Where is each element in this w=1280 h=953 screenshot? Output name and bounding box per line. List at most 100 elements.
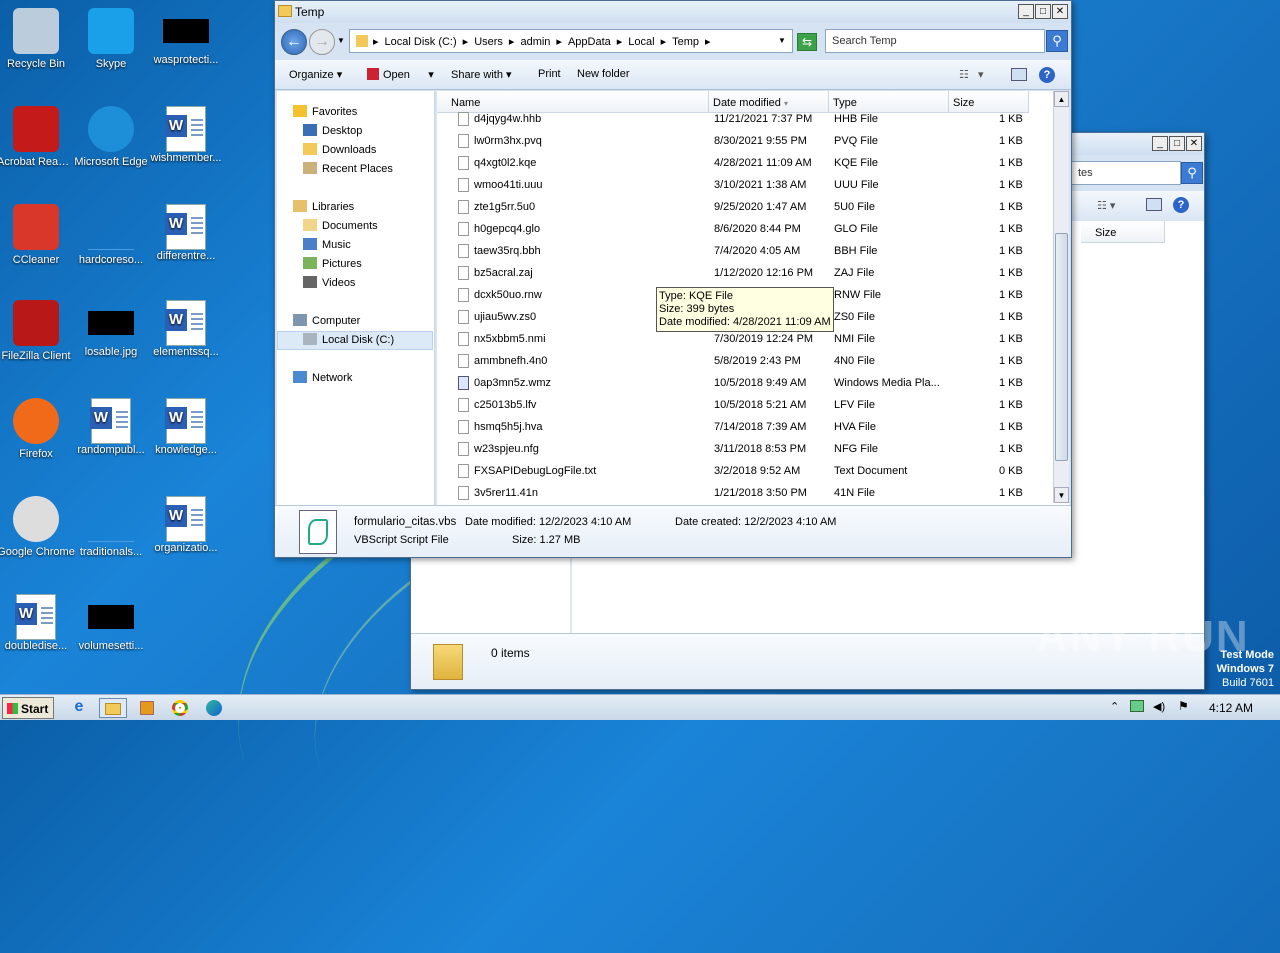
- breadcrumb-item[interactable]: Users: [471, 31, 506, 53]
- nav-downloads[interactable]: Downloads: [303, 143, 376, 156]
- address-dropdown-icon[interactable]: ▼: [778, 36, 786, 45]
- bg-search-input[interactable]: tes: [1071, 161, 1181, 185]
- nav-recent-places[interactable]: Recent Places: [303, 162, 393, 175]
- desktop-icon[interactable]: wasprotecti...: [147, 8, 225, 67]
- file-row[interactable]: 3v5rer11.41n 1/21/2018 3:50 PM 41N File 1 K…: [437, 483, 1037, 505]
- desktop-icon[interactable]: organizatio...: [147, 496, 225, 555]
- explorer-taskbar-icon[interactable]: [99, 698, 127, 718]
- file-row[interactable]: bz5acral.zaj 1/12/2020 12:16 PM ZAJ File 1 …: [437, 263, 1037, 285]
- desktop-icon[interactable]: wishmember...: [147, 106, 225, 165]
- network-tray-icon[interactable]: [1130, 700, 1144, 712]
- nav-pictures[interactable]: Pictures: [303, 257, 362, 270]
- breadcrumb-item[interactable]: Local Disk (C:): [382, 31, 460, 53]
- desktop-icon[interactable]: Recycle Bin: [0, 8, 75, 71]
- help-icon[interactable]: ?: [1173, 197, 1189, 213]
- breadcrumb-item[interactable]: AppData: [565, 31, 614, 53]
- new-folder-button[interactable]: New folder: [577, 68, 630, 80]
- ie-icon[interactable]: e: [68, 698, 90, 718]
- file-row[interactable]: lw0rm3hx.pvq 8/30/2021 9:55 PM PVQ File 1 K…: [437, 131, 1037, 153]
- media-player-icon[interactable]: [136, 698, 158, 718]
- bg-size-column[interactable]: Size: [1081, 221, 1165, 243]
- desktop-icon[interactable]: Google Chrome: [0, 496, 75, 559]
- open-button[interactable]: Open ▾: [367, 68, 434, 81]
- file-row[interactable]: nx5xbbm5.nmi 7/30/2019 12:24 PM NMI File 1 …: [437, 329, 1037, 351]
- breadcrumb-item[interactable]: Temp: [669, 31, 702, 53]
- scroll-down-arrow[interactable]: ▼: [1054, 487, 1069, 503]
- volume-tray-icon[interactable]: ◀): [1153, 700, 1165, 713]
- nav-music[interactable]: Music: [303, 238, 351, 251]
- breadcrumb-sep[interactable]: ▸: [506, 30, 518, 53]
- desktop-icon[interactable]: knowledge...: [147, 398, 225, 457]
- breadcrumb-item[interactable]: admin: [517, 31, 553, 53]
- nav-libraries[interactable]: Libraries: [293, 200, 354, 213]
- search-input[interactable]: Search Temp: [825, 29, 1045, 53]
- nav-desktop[interactable]: Desktop: [303, 124, 362, 137]
- bg-search-icon[interactable]: ⚲: [1181, 162, 1203, 184]
- breadcrumb-sep[interactable]: ▸: [658, 30, 670, 53]
- vertical-scrollbar[interactable]: ▲ ▼: [1053, 91, 1069, 503]
- breadcrumb-sep[interactable]: ▸: [460, 30, 472, 53]
- nav-local-disk[interactable]: Local Disk (C:): [303, 333, 394, 346]
- share-with-menu[interactable]: Share with ▾: [451, 68, 512, 81]
- flag-tray-icon[interactable]: ⚑: [1178, 699, 1189, 713]
- desktop-icon[interactable]: volumesetti...: [72, 594, 150, 653]
- breadcrumb[interactable]: ▸ Local Disk (C:) ▸ Users ▸ admin ▸ AppData ▸ Loc…: [349, 29, 793, 53]
- file-row[interactable]: q4xgt0l2.kqe 4/28/2021 11:09 AM KQE File 1 …: [437, 153, 1037, 175]
- nav-computer[interactable]: Computer: [293, 314, 360, 327]
- nav-favorites[interactable]: Favorites: [293, 105, 357, 118]
- maximize-button[interactable]: □: [1169, 136, 1185, 151]
- desktop-icon[interactable]: CCleaner: [0, 204, 75, 267]
- desktop-icon[interactable]: traditionals...: [72, 496, 150, 559]
- preview-pane-icon[interactable]: [1011, 68, 1027, 81]
- edge-taskbar-icon[interactable]: [203, 698, 225, 718]
- forward-button[interactable]: →: [309, 29, 335, 55]
- desktop-icon[interactable]: differentre...: [147, 204, 225, 263]
- back-button[interactable]: ←: [281, 29, 307, 55]
- help-icon[interactable]: ?: [1039, 67, 1055, 83]
- file-row[interactable]: zte1g5rr.5u0 9/25/2020 1:47 AM 5U0 File 1 K…: [437, 197, 1037, 219]
- file-row[interactable]: w23spjeu.nfg 3/11/2018 8:53 PM NFG File 1 K…: [437, 439, 1037, 461]
- desktop-icon[interactable]: Microsoft Edge: [72, 106, 150, 169]
- file-row[interactable]: hsmq5h5j.hva 7/14/2018 7:39 AM HVA File 1 K…: [437, 417, 1037, 439]
- file-row[interactable]: d4jqyg4w.hhb 11/21/2021 7:37 PM HHB File 1 …: [437, 109, 1037, 131]
- scroll-up-arrow[interactable]: ▲: [1054, 91, 1069, 107]
- breadcrumb-item[interactable]: Local: [625, 31, 657, 53]
- desktop-icon[interactable]: Acrobat Reader DC: [0, 106, 75, 169]
- desktop-icon[interactable]: doubledise...: [0, 594, 75, 653]
- minimize-button[interactable]: _: [1018, 4, 1034, 19]
- desktop-icon[interactable]: hardcoreso...: [72, 204, 150, 267]
- search-icon[interactable]: ⚲: [1046, 30, 1068, 52]
- organize-menu[interactable]: Organize ▾: [289, 68, 342, 81]
- views-icon[interactable]: ☷ ▾: [1097, 199, 1115, 212]
- nav-videos[interactable]: Videos: [303, 276, 355, 289]
- tray-overflow-icon[interactable]: ⌃: [1110, 700, 1119, 713]
- breadcrumb-sep[interactable]: ▸: [553, 30, 565, 53]
- file-row[interactable]: taew35rq.bbh 7/4/2020 4:05 AM BBH File 1 KB: [437, 241, 1037, 263]
- refresh-icon[interactable]: ⇆: [797, 33, 817, 51]
- file-row[interactable]: wmoo41ti.uuu 3/10/2021 1:38 AM UUU File 1 K…: [437, 175, 1037, 197]
- explorer-window[interactable]: Temp _ □ ✕ ← → ▼ ▸ Local Disk (C:) ▸ Users ▸…: [274, 0, 1072, 558]
- close-button[interactable]: ✕: [1186, 136, 1202, 151]
- nav-network[interactable]: Network: [293, 371, 352, 384]
- clock[interactable]: 4:12 AM: [1209, 701, 1253, 715]
- desktop-icon[interactable]: randompubl...: [72, 398, 150, 457]
- chrome-taskbar-icon[interactable]: [169, 698, 191, 718]
- views-icon[interactable]: ☷ ▾: [959, 68, 984, 81]
- breadcrumb-sep[interactable]: ▸: [614, 30, 626, 53]
- history-dropdown-icon[interactable]: ▼: [337, 36, 345, 45]
- close-button[interactable]: ✕: [1052, 4, 1068, 19]
- maximize-button[interactable]: □: [1035, 4, 1051, 19]
- nav-documents[interactable]: Documents: [303, 219, 378, 232]
- desktop-icon[interactable]: Firefox: [0, 398, 75, 461]
- file-row[interactable]: ammbnefh.4n0 5/8/2019 2:43 PM 4N0 File 1 KB: [437, 351, 1037, 373]
- desktop-icon[interactable]: elementssq...: [147, 300, 225, 359]
- file-row[interactable]: h0gepcq4.glo 8/6/2020 8:44 PM GLO File 1 KB: [437, 219, 1037, 241]
- file-row[interactable]: c25013b5.lfv 10/5/2018 5:21 AM LFV File 1 K…: [437, 395, 1037, 417]
- minimize-button[interactable]: _: [1152, 136, 1168, 151]
- file-row[interactable]: 0ap3mn5z.wmz 10/5/2018 9:49 AM Windows Med…: [437, 373, 1037, 395]
- scroll-thumb[interactable]: [1055, 233, 1068, 461]
- desktop-icon[interactable]: FileZilla Client: [0, 300, 75, 363]
- desktop-icon[interactable]: losable.jpg: [72, 300, 150, 359]
- preview-pane-icon[interactable]: [1146, 198, 1162, 211]
- file-row[interactable]: FXSAPIDebugLogFile.txt 3/2/2018 9:52 AM Te…: [437, 461, 1037, 483]
